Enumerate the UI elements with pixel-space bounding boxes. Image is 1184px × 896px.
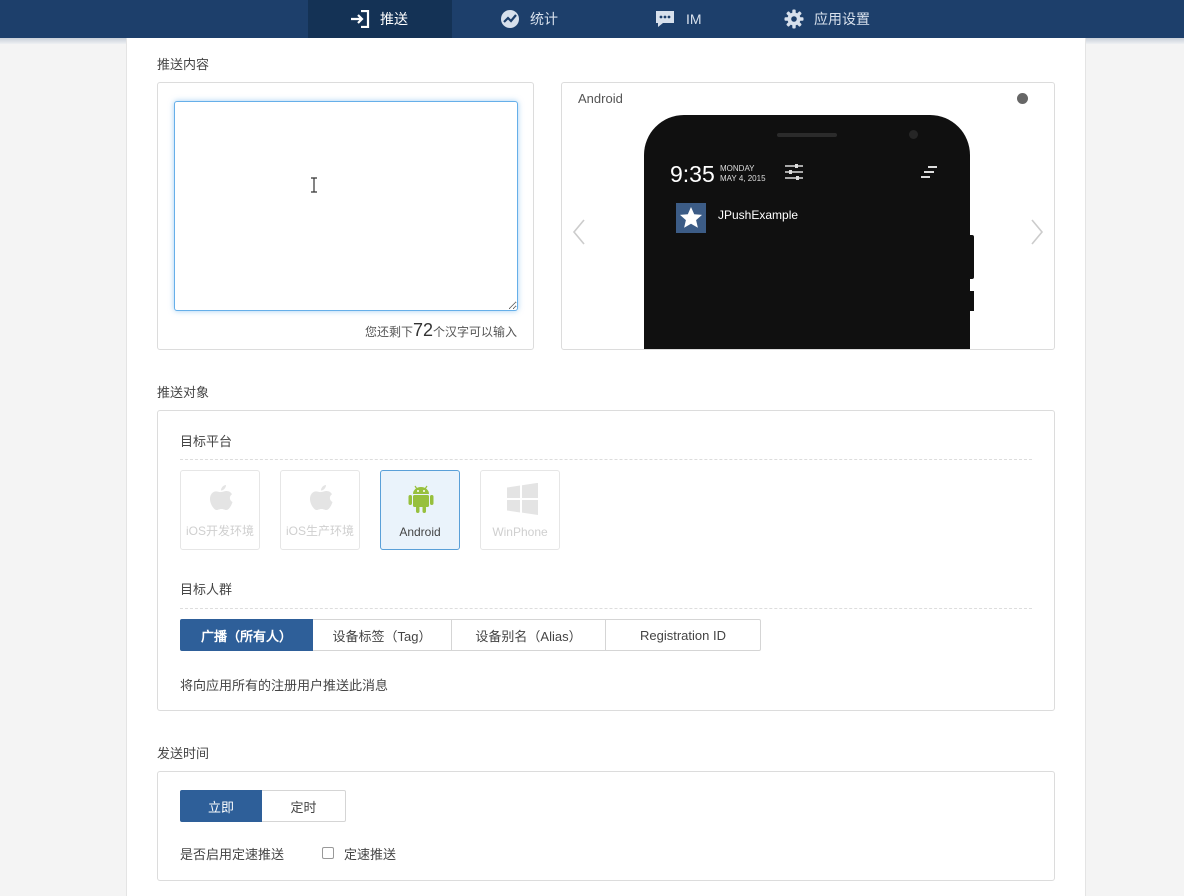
audience-button-group: 广播（所有人） 设备标签（Tag） 设备别名（Alias） Registrati… — [180, 619, 761, 651]
platform-label: iOS开发环境 — [185, 524, 254, 538]
platform-title: 目标平台 — [180, 434, 233, 449]
apple-icon — [210, 485, 233, 510]
nav-label: IM — [686, 11, 702, 27]
phone-day: MONDAY — [720, 164, 755, 173]
preview-dot[interactable] — [1017, 93, 1028, 104]
platform-android[interactable]: Android — [380, 470, 460, 550]
target-box: 目标平台 iOS开发环境 iOS生产环境 Android WinPhone 目标… — [157, 410, 1055, 711]
nav-item-im[interactable]: IM — [654, 0, 702, 38]
send-time-button-group: 立即 定时 — [180, 790, 346, 822]
remain-suffix: 个汉字可以输入 — [432, 325, 517, 339]
text-cursor-icon — [311, 177, 317, 193]
phone-date: MONDAY MAY 4, 2015 — [720, 164, 766, 184]
preview-box: Android 9:35 MONDAY MAY 4, 2015 JPushExa… — [561, 82, 1055, 350]
phone-mockup: 9:35 MONDAY MAY 4, 2015 JPushExample — [644, 115, 970, 349]
audience-title: 目标人群 — [180, 582, 233, 597]
platform-winphone[interactable]: WinPhone — [480, 470, 560, 550]
send-now-button[interactable]: 立即 — [180, 790, 262, 822]
audience-broadcast-button[interactable]: 广播（所有人） — [180, 619, 313, 651]
audience-registration-id-button[interactable]: Registration ID — [606, 619, 761, 651]
remaining-count: 您还剩下72个汉字可以输入 — [365, 320, 517, 341]
settings-sliders-icon — [785, 164, 803, 180]
phone-time: 9:35 — [670, 161, 715, 187]
notification-title: JPushExample — [718, 208, 799, 222]
send-time-box: 立即 定时 是否启用定速推送 定速推送 — [157, 771, 1055, 881]
sign-in-icon — [351, 10, 370, 28]
next-arrow-icon[interactable] — [1030, 219, 1044, 245]
nav-label: 统计 — [530, 11, 558, 27]
nav-item-stats[interactable]: 统计 — [500, 0, 558, 38]
content-title: 推送内容 — [157, 57, 210, 72]
star-icon — [680, 207, 702, 228]
windows-icon — [507, 483, 538, 515]
rate-checkbox[interactable] — [322, 847, 334, 859]
chart-icon — [501, 10, 519, 28]
phone-speaker — [777, 133, 837, 137]
preview-platform-label: Android — [578, 91, 623, 106]
remain-number: 72 — [412, 320, 433, 340]
platform-ios-prod[interactable]: iOS生产环境 — [280, 470, 360, 550]
nav-label: 推送 — [380, 11, 408, 27]
chat-icon — [656, 11, 674, 27]
divider — [180, 459, 1032, 460]
phone-side-button-2 — [970, 291, 974, 311]
audience-tag-button[interactable]: 设备标签（Tag） — [313, 619, 452, 651]
platform-label: Android — [399, 525, 441, 539]
audience-alias-button[interactable]: 设备别名（Alias） — [452, 619, 606, 651]
apple-icon — [310, 485, 333, 510]
android-icon — [408, 485, 434, 513]
divider — [180, 608, 1032, 609]
top-nav: 推送 统计 IM 应用设置 — [0, 0, 1184, 38]
main-panel: 推送内容 您还剩下72个汉字可以输入 Android 9:35 MONDAY M… — [126, 38, 1086, 896]
platform-label: WinPhone — [492, 525, 548, 539]
gear-icon — [784, 9, 804, 29]
content-textarea[interactable] — [174, 101, 518, 311]
phone-side-button — [970, 235, 974, 279]
nav-item-app-settings[interactable]: 应用设置 — [784, 0, 870, 38]
phone-date-text: MAY 4, 2015 — [720, 174, 766, 183]
send-scheduled-button[interactable]: 定时 — [262, 790, 346, 822]
send-time-title: 发送时间 — [157, 746, 210, 761]
rate-question: 是否启用定速推送 — [180, 847, 285, 862]
collapse-notifications-icon — [921, 166, 937, 178]
prev-arrow-icon[interactable] — [572, 219, 586, 245]
content-box: 您还剩下72个汉字可以输入 — [157, 82, 534, 350]
target-title: 推送对象 — [157, 385, 210, 400]
platform-ios-dev[interactable]: iOS开发环境 — [180, 470, 260, 550]
audience-description: 将向应用所有的注册用户推送此消息 — [180, 678, 389, 693]
notification-app-icon — [676, 203, 706, 233]
platform-label: iOS生产环境 — [285, 524, 354, 538]
phone-camera — [909, 130, 918, 139]
nav-item-push[interactable]: 推送 — [308, 0, 452, 38]
remain-prefix: 您还剩下 — [364, 325, 413, 339]
nav-label: 应用设置 — [814, 11, 870, 27]
rate-checkbox-label[interactable]: 定速推送 — [344, 844, 396, 863]
